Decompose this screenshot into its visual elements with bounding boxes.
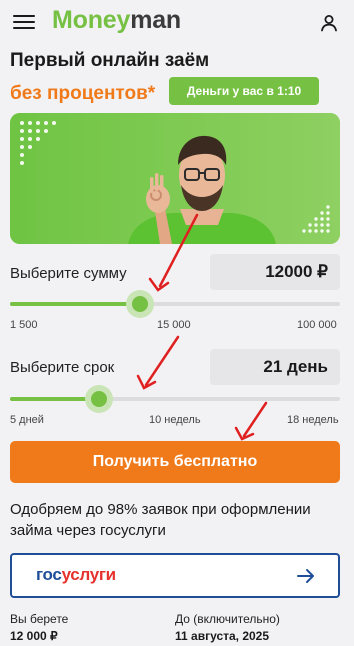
get-free-button[interactable]: Получить бесплатно [10,441,340,483]
until-value: 11 августа, 2025 [175,629,270,643]
banner-illustration [10,113,340,244]
term-value-field[interactable]: 21 день [210,349,340,385]
term-label: Выберите срок [10,359,115,376]
speed-badge: Деньги у вас в 1:10 [169,77,319,105]
amount-label: Выберите сумму [10,265,127,282]
until-label: До (включительно) [175,612,280,626]
promo-banner [10,113,340,244]
amount-max-tick: 100 000 [297,319,337,331]
amount-min-tick: 1 500 [10,319,38,331]
annotation-arrow-term [136,335,180,390]
gosuslugi-logo: госуслуги [36,565,116,585]
amount-mid-tick: 15 000 [157,319,191,331]
term-slider[interactable] [10,385,340,413]
term-mid-tick: 10 недель [149,414,201,426]
user-icon[interactable] [318,12,340,34]
page-subtitle: без процентов* [10,83,156,104]
take-value: 12 000 ₽ [10,629,58,643]
term-min-tick: 5 дней [10,414,44,426]
gosuslugi-button[interactable]: госуслуги [10,553,340,598]
amount-value-field[interactable]: 12000 ₽ [210,254,340,290]
page-title: Первый онлайн заём [10,50,210,71]
logo-part-money: Money [52,6,131,34]
header: Moneyman [0,0,354,46]
gosuslugi-logo-part2: услуги [61,565,117,584]
amount-slider-handle[interactable] [126,290,155,318]
menu-icon[interactable] [13,13,35,31]
logo[interactable]: Moneyman [52,6,181,35]
term-slider-handle[interactable] [85,385,114,413]
annotation-arrow-cta [234,401,268,441]
gosuslugi-logo-part1: гос [36,565,62,584]
take-label: Вы берете [10,612,69,626]
term-max-tick: 18 недель [287,414,339,426]
amount-slider-fill [10,302,141,306]
approval-text: Одобряем до 98% заявок при оформлении за… [10,501,311,539]
logo-part-man: man [130,6,181,34]
amount-slider[interactable] [10,290,340,318]
arrow-right-icon [297,569,314,583]
